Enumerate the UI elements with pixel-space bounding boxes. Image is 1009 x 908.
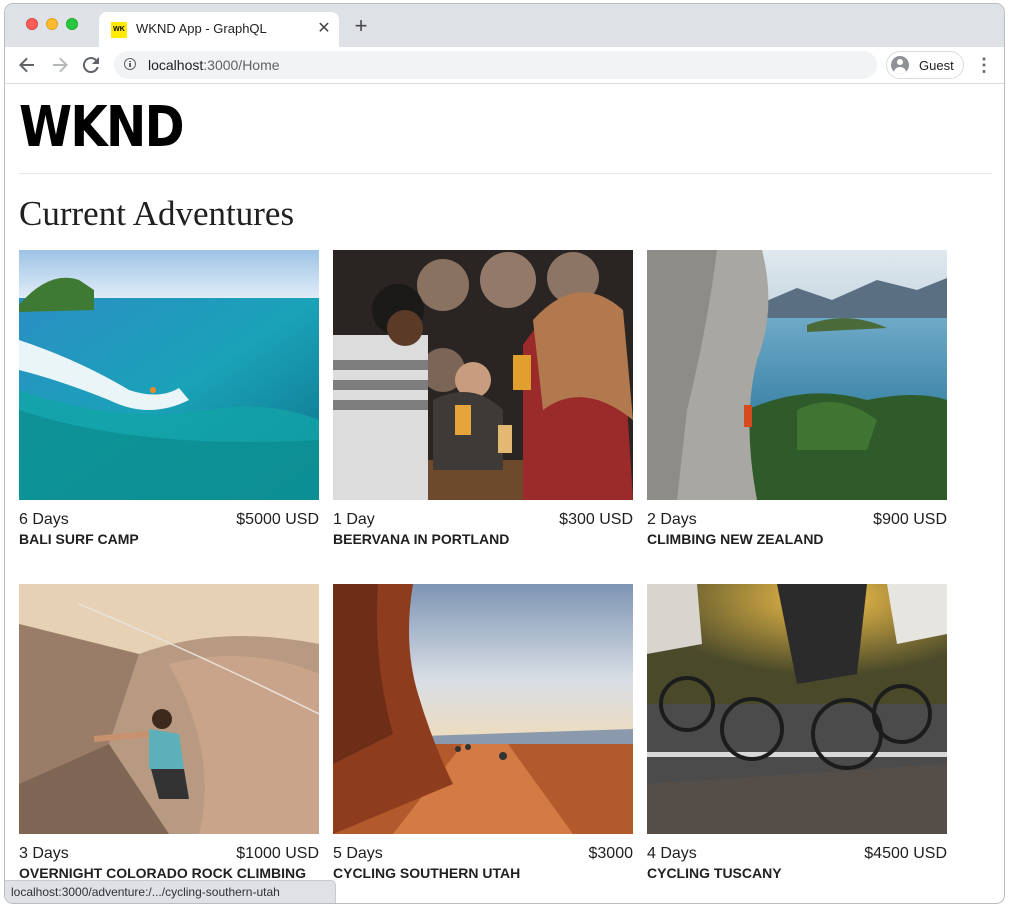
browser-toolbar: localhost:3000/Home Guest ⋮ xyxy=(5,47,1004,84)
more-menu-icon[interactable]: ⋮ xyxy=(975,53,993,77)
status-bar-url: localhost:3000/adventure:/.../cycling-so… xyxy=(5,880,336,903)
adventure-duration: 1 Day xyxy=(333,511,375,528)
wknd-logo[interactable]: WKND xyxy=(19,98,185,158)
adventure-card[interactable]: 5 Days $3000 CYCLING SOUTHERN UTAH xyxy=(333,584,633,894)
site-info-icon[interactable] xyxy=(124,58,136,70)
adventure-price: $300 USD xyxy=(559,511,633,528)
adventure-duration: 2 Days xyxy=(647,511,697,528)
adventure-image[interactable] xyxy=(647,584,947,834)
adventure-duration: 6 Days xyxy=(19,511,69,528)
section-title: Current Adventures xyxy=(19,194,295,233)
adventure-card[interactable]: 6 Days $5000 USD BALI SURF CAMP xyxy=(19,250,319,560)
adventure-card[interactable]: 1 Day $300 USD BEERVANA IN PORTLAND xyxy=(333,250,633,560)
tab-active[interactable]: WK WKND App - GraphQL ✕ xyxy=(99,12,339,47)
tab-title: WKND App - GraphQL xyxy=(136,21,267,36)
url-text[interactable]: localhost:3000/Home xyxy=(148,57,280,73)
avatar-icon xyxy=(891,56,909,74)
forward-arrow-icon xyxy=(53,57,68,73)
adventure-image[interactable] xyxy=(647,250,947,500)
adventure-price: $1000 USD xyxy=(236,845,319,862)
back-arrow-icon xyxy=(19,57,34,73)
zoom-window-button[interactable] xyxy=(66,18,78,30)
adventure-price: $900 USD xyxy=(873,511,947,528)
adventure-image[interactable] xyxy=(19,584,319,834)
adventure-card[interactable]: 2 Days $900 USD CLIMBING NEW ZEALAND xyxy=(647,250,947,560)
tab-strip: WK WKND App - GraphQL ✕ + xyxy=(5,4,1004,47)
forward-button[interactable] xyxy=(48,53,72,77)
adventure-price: $5000 USD xyxy=(236,511,319,528)
address-bar[interactable]: localhost:3000/Home xyxy=(114,51,877,79)
browser-window: WK WKND App - GraphQL ✕ + localhost:3000… xyxy=(4,3,1005,904)
page-content: WKND Current Adventures 6 Days $5000 USD… xyxy=(5,84,1004,903)
wknd-favicon-icon: WK xyxy=(111,22,127,38)
adventure-image[interactable] xyxy=(333,584,633,834)
adventure-duration: 3 Days xyxy=(19,845,69,862)
adventure-price: $3000 xyxy=(588,845,634,862)
adventure-image[interactable] xyxy=(333,250,633,500)
adventure-card[interactable]: 4 Days $4500 USD CYCLING TUSCANY xyxy=(647,584,947,894)
adventure-title[interactable]: BALI SURF CAMP xyxy=(19,531,139,547)
new-tab-button[interactable]: + xyxy=(351,15,371,37)
adventure-duration: 4 Days xyxy=(647,845,697,862)
profile-button[interactable]: Guest xyxy=(886,51,964,79)
minimize-window-button[interactable] xyxy=(46,18,58,30)
reload-button[interactable] xyxy=(79,53,103,77)
adventure-title[interactable]: OVERNIGHT COLORADO ROCK CLIMBING xyxy=(19,865,306,881)
tab-close-icon[interactable]: ✕ xyxy=(315,20,333,38)
adventure-card[interactable]: 3 Days $1000 USD OVERNIGHT COLORADO ROCK… xyxy=(19,584,319,894)
header-divider xyxy=(19,173,992,174)
reload-icon xyxy=(82,57,99,74)
adventure-title[interactable]: CYCLING TUSCANY xyxy=(647,865,782,881)
adventure-title[interactable]: CYCLING SOUTHERN UTAH xyxy=(333,865,520,881)
close-window-button[interactable] xyxy=(26,18,38,30)
adventure-image[interactable] xyxy=(19,250,319,500)
adventure-price: $4500 USD xyxy=(864,845,947,862)
adventure-title[interactable]: CLIMBING NEW ZEALAND xyxy=(647,531,824,547)
back-button[interactable] xyxy=(15,53,39,77)
adventure-duration: 5 Days xyxy=(333,845,383,862)
adventure-title[interactable]: BEERVANA IN PORTLAND xyxy=(333,531,509,547)
profile-label: Guest xyxy=(919,58,954,73)
